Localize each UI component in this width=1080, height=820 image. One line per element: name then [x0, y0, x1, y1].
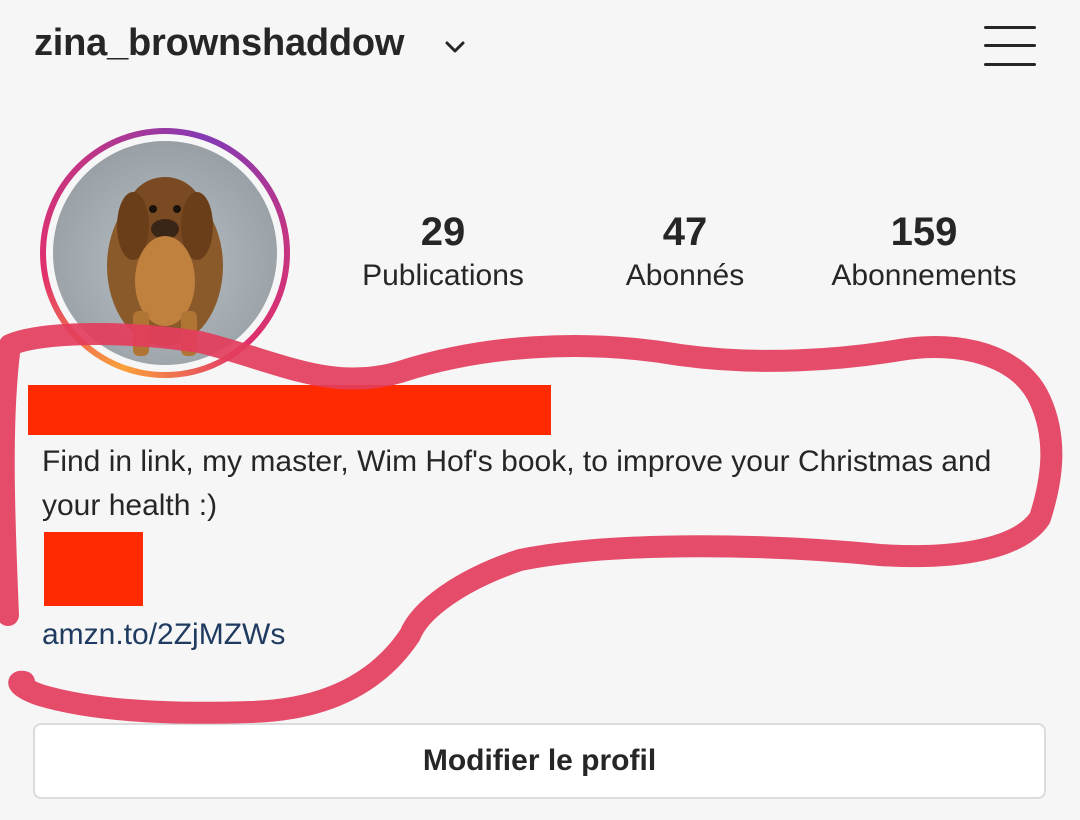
stat-followers[interactable]: 47 Abonnés: [612, 208, 758, 296]
username-switcher[interactable]: zina_brownshaddow: [34, 22, 404, 65]
chevron-down-icon[interactable]: [442, 38, 468, 56]
redacted-emoji: [44, 532, 143, 606]
story-ring[interactable]: [40, 128, 290, 378]
stat-value: 159: [890, 210, 958, 254]
hamburger-menu-icon[interactable]: [982, 22, 1038, 70]
dog-photo: [107, 177, 223, 356]
stat-publications[interactable]: 29 Publications: [350, 208, 536, 296]
bio-text: Find in link, my master, Wim Hof's book,…: [42, 445, 992, 522]
bio-link[interactable]: amzn.to/2ZjMZWs: [42, 618, 285, 652]
stat-value: 29: [420, 210, 466, 254]
edit-profile-button[interactable]: Modifier le profil: [33, 723, 1046, 799]
profile-header: zina_brownshaddow: [0, 0, 1080, 95]
stat-label: Abonnements: [831, 259, 1017, 292]
stat-following[interactable]: 159 Abonnements: [816, 208, 1032, 296]
redacted-name: [28, 385, 551, 435]
stat-label: Abonnés: [625, 259, 745, 292]
stat-value: 47: [662, 210, 708, 254]
avatar[interactable]: [53, 141, 277, 365]
stat-label: Publications: [362, 259, 524, 292]
